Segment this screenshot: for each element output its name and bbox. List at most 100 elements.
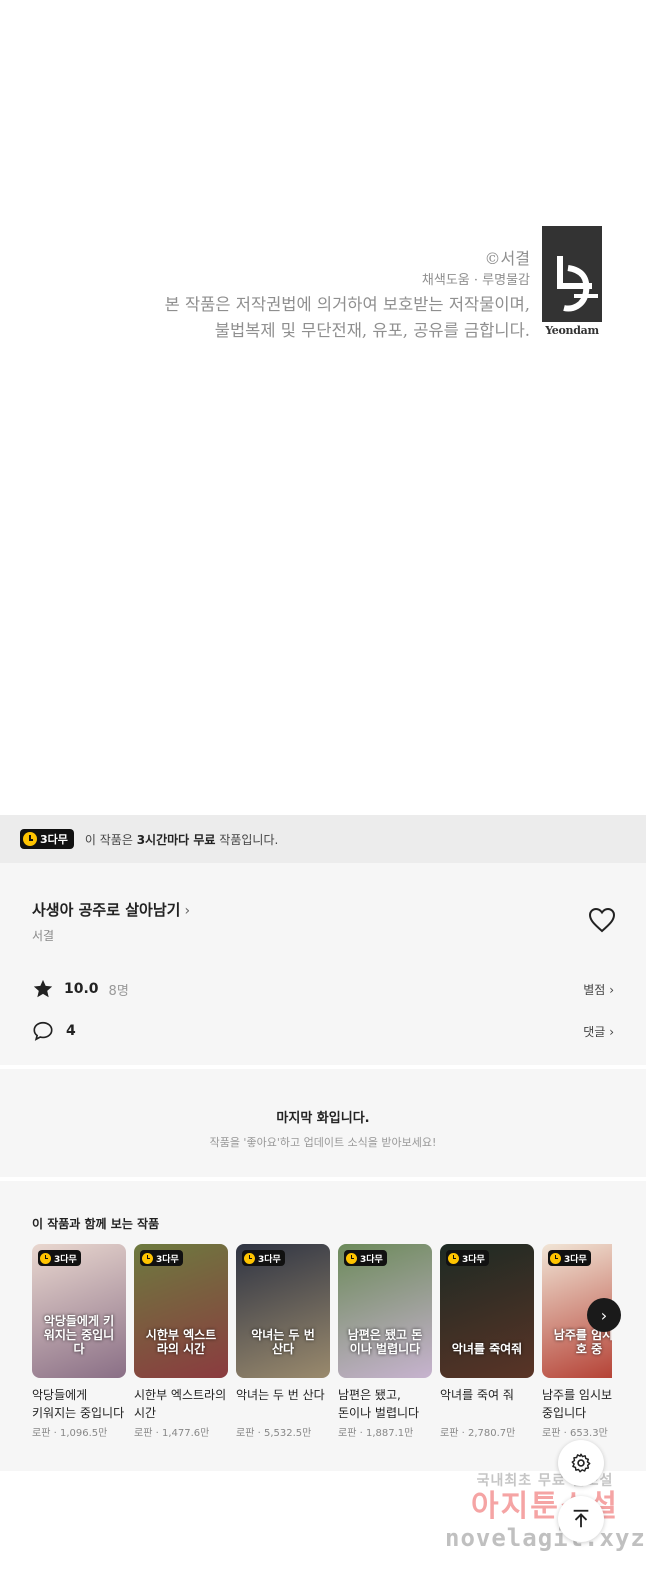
- gear-icon: [571, 1453, 591, 1473]
- badge-label: 3다무: [564, 1254, 587, 1265]
- cover-image: 3다무악녀를 죽여줘: [440, 1244, 534, 1378]
- chevron-right-icon: ›: [609, 1024, 614, 1039]
- cover-image: 3다무악당들에게 키워지는 중입니다: [32, 1244, 126, 1378]
- card-views: 1,887.1만: [365, 1428, 414, 1439]
- wait-free-badge: 3다무: [242, 1250, 285, 1266]
- wait-free-badge: 3다무: [344, 1250, 387, 1266]
- carousel-next-button[interactable]: ›: [587, 1298, 621, 1332]
- chevron-right-icon: ›: [609, 982, 614, 997]
- card-meta: 로판 · 5,532.5만: [236, 1428, 312, 1439]
- rating-count: 8명: [108, 983, 129, 999]
- yeondam-mark-icon: [542, 226, 602, 322]
- recommendation-card[interactable]: 3다무남주를 임시보호 중남주를 임시보호 중입니다로판 · 653.3만: [542, 1244, 612, 1439]
- card-meta: 로판 · 2,780.7만: [440, 1428, 516, 1439]
- card-meta: 로판 · 653.3만: [542, 1428, 608, 1439]
- card-views: 653.3만: [569, 1428, 608, 1439]
- card-genre: 로판: [236, 1428, 255, 1439]
- like-heart-icon[interactable]: [588, 907, 616, 933]
- last-episode-notice: 마지막 화입니다. 작품을 '좋아요'하고 업데이트 소식을 받아보세요!: [0, 1069, 646, 1177]
- wait-free-badge: 3다무: [38, 1250, 81, 1266]
- recommendation-card[interactable]: 3다무 악당들에게 키워지는 중입니다 악당들에게 키워지는 중입니다 로판 · 1,…: [32, 1244, 126, 1439]
- cover-image: 3다무남편은 됐고 돈이나 벌렵니다: [338, 1244, 432, 1378]
- author-credit: ©서결: [484, 249, 530, 268]
- card-title: 악녀를 죽여 줘: [440, 1388, 514, 1402]
- card-genre: 로판: [440, 1428, 459, 1439]
- badge-label: 3다무: [40, 833, 68, 846]
- rate-link-label: 별점: [583, 982, 606, 997]
- work-info-section: 사생아 공주로 살아남기 › 서결 10.0 8명 별점 › 4 댓글 ›: [0, 863, 646, 1065]
- clock-icon: [40, 1252, 51, 1264]
- recommendation-card[interactable]: 3다무남편은 됐고 돈이나 벌렵니다남편은 됐고, 돈이나 벌렵니다로판 · 1…: [338, 1244, 432, 1439]
- card-meta: 로판 · 1,887.1만: [338, 1428, 414, 1439]
- free-banner-text: 이 작품은 3시간마다 무료 작품입니다.: [85, 831, 278, 848]
- banner-text-pre: 이 작품은: [84, 832, 137, 847]
- banner-text-post: 작품입니다.: [215, 832, 279, 847]
- watermark: 국내최초 무료 웹소설 아지툰소설 novelagit.xyz: [445, 1470, 645, 1552]
- wait-free-badge: 3다무: [140, 1250, 183, 1266]
- work-title-link[interactable]: 사생아 공주로 살아남기 ›: [32, 899, 190, 920]
- card-title: 악당들에게 키워지는 중입니다: [32, 1388, 125, 1420]
- rating-row: 10.0 8명 별점 ›: [32, 977, 614, 1001]
- badge-label: 3다무: [360, 1254, 383, 1265]
- recommendations-section: 이 작품과 함께 보는 작품 3다무 악당들에게 키워지는 중입니다 악당들에게 키…: [0, 1181, 646, 1471]
- yeondam-logo: Yeondam: [542, 226, 602, 338]
- wait-free-badge: 3다무: [548, 1250, 591, 1266]
- cover-image: 3다무악녀는 두 번 산다: [236, 1244, 330, 1378]
- free-banner: 3다무 이 작품은 3시간마다 무료 작품입니다.: [0, 815, 646, 863]
- coloring-credit: 채색도움 · 루명물감: [421, 273, 530, 288]
- episode-end-image: ©서결 채색도움 · 루명물감 본 작품은 저작권법에 의거하여 보호받는 저작…: [0, 0, 646, 815]
- notice-line-2: 불법복제 및 무단전재, 유포, 공유를 금합니다.: [214, 321, 530, 340]
- cover-title-art: 남주를 임시보호 중: [553, 1328, 612, 1356]
- card-genre: 로판: [338, 1428, 357, 1439]
- card-views: 2,780.7만: [467, 1428, 516, 1439]
- watermark-line-2: 아지툰소설: [471, 1489, 619, 1524]
- recommendations-heading: 이 작품과 함께 보는 작품: [32, 1217, 160, 1231]
- wait-free-badge: 3다무: [20, 829, 74, 849]
- comment-row: 4 댓글 ›: [32, 1019, 614, 1043]
- comment-count: 4: [66, 1023, 76, 1039]
- rating-value: 10.0: [64, 981, 99, 997]
- card-views: 1,477.6만: [161, 1428, 210, 1439]
- badge-label: 3다무: [462, 1254, 485, 1265]
- recommendation-card[interactable]: 3다무 시한부 엑스트라의 시간 시한부 엑스트라의 시간 로판 · 1,477.6만: [134, 1244, 228, 1439]
- card-title: 남편은 됐고, 돈이나 벌렵니다: [338, 1388, 420, 1420]
- cover-title-art: 시한부 엑스트라의 시간: [145, 1328, 217, 1356]
- clock-icon: [23, 832, 37, 846]
- clock-icon: [244, 1252, 255, 1264]
- cover-title-art: 남편은 됐고 돈이나 벌렵니다: [347, 1328, 423, 1356]
- notice-line-1: 본 작품은 저작권법에 의거하여 보호받는 저작물이며,: [164, 295, 530, 314]
- comments-link[interactable]: 댓글 ›: [583, 1023, 614, 1040]
- recommendation-card[interactable]: 3다무 악녀는 두 번 산다 악녀는 두 번 산다 로판 · 5,532.5만: [236, 1244, 330, 1439]
- arrow-up-icon: [573, 1509, 589, 1528]
- recommendation-card[interactable]: 3다무악녀를 죽여줘악녀를 죽여 줘로판 · 2,780.7만: [440, 1244, 534, 1439]
- scroll-to-top-button[interactable]: [558, 1496, 604, 1542]
- card-views: 5,532.5만: [263, 1428, 312, 1439]
- logo-wordmark: Yeondam: [545, 324, 599, 337]
- card-genre: 로판: [32, 1428, 51, 1439]
- rate-link[interactable]: 별점 ›: [583, 981, 614, 998]
- card-views: 1,096.5만: [59, 1428, 108, 1439]
- star-icon: [33, 979, 53, 998]
- cover-title-art: 악녀는 두 번 산다: [251, 1328, 315, 1356]
- card-meta: 로판 · 1,477.6만: [134, 1428, 210, 1439]
- card-genre: 로판: [134, 1428, 153, 1439]
- card-title: 악녀는 두 번 산다: [236, 1388, 325, 1402]
- last-episode-title: 마지막 화입니다.: [276, 1111, 370, 1126]
- badge-label: 3다무: [156, 1254, 179, 1265]
- clock-icon: [346, 1252, 357, 1264]
- clock-icon: [142, 1252, 153, 1264]
- viewer-page: ©서결 채색도움 · 루명물감 본 작품은 저작권법에 의거하여 보호받는 저작…: [0, 0, 646, 1584]
- cover-image: 3다무시한부 엑스트라의 시간: [134, 1244, 228, 1378]
- work-title: 사생아 공주로 살아남기: [32, 901, 181, 919]
- banner-text-bold: 3시간마다 무료: [136, 832, 216, 847]
- card-title: 시한부 엑스트라의 시간: [134, 1388, 227, 1420]
- clock-icon: [448, 1252, 459, 1264]
- recommendation-carousel: 3다무 악당들에게 키워지는 중입니다 악당들에게 키워지는 중입니다 로판 · 1,…: [32, 1244, 612, 1454]
- copyright-notice: ©서결 채색도움 · 루명물감 본 작품은 저작권법에 의거하여 보호받는 저작…: [165, 248, 530, 344]
- cover-title-art: 악당들에게 키워지는 중입니다: [43, 1314, 115, 1356]
- chevron-right-icon: ›: [184, 903, 191, 919]
- cover-title-art: 악녀를 죽여줘: [451, 1342, 523, 1356]
- settings-button[interactable]: [558, 1440, 604, 1486]
- comment-bubble-icon: [33, 1021, 53, 1041]
- card-meta: 로판 · 1,096.5만: [32, 1428, 108, 1439]
